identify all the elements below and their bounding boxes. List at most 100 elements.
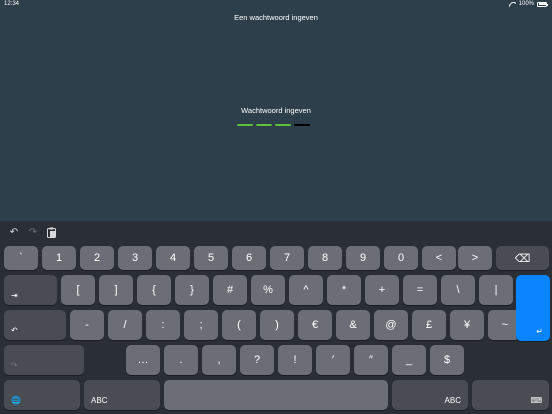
key[interactable]: 9: [346, 246, 380, 270]
key[interactable]: $: [430, 345, 464, 375]
key-label: !: [293, 354, 297, 366]
key-label: ↶: [11, 326, 18, 335]
key[interactable]: 4: [156, 246, 190, 270]
key[interactable]: #: [213, 275, 247, 305]
key[interactable]: ]: [99, 275, 133, 305]
key[interactable]: /: [108, 310, 142, 340]
undo-icon[interactable]: ↶: [8, 226, 20, 238]
battery-icon: [537, 1, 548, 7]
key[interactable]: :: [146, 310, 180, 340]
key[interactable]: 1: [42, 246, 76, 270]
key-label: #: [226, 284, 234, 296]
key-label: 4: [169, 252, 177, 264]
key-label: -: [85, 319, 89, 331]
key[interactable]: \: [441, 275, 475, 305]
key[interactable]: ^: [289, 275, 323, 305]
key[interactable]: |: [479, 275, 513, 305]
key[interactable]: €: [298, 310, 332, 340]
abc-key-right[interactable]: ABC: [392, 380, 468, 410]
key[interactable]: (: [222, 310, 256, 340]
key-label: &: [349, 319, 357, 331]
password-dash: [275, 124, 291, 126]
key-label: *: [341, 284, 347, 296]
key[interactable]: -: [70, 310, 104, 340]
key-label: $: [443, 354, 451, 366]
key[interactable]: @: [374, 310, 408, 340]
key-label: :: [161, 319, 165, 331]
key[interactable]: &: [336, 310, 370, 340]
key[interactable]: …: [126, 345, 160, 375]
key-label: (: [237, 319, 241, 331]
key[interactable]: 7: [270, 246, 304, 270]
key[interactable]: 6: [232, 246, 266, 270]
key-label: 1: [55, 252, 63, 264]
key[interactable]: 8: [308, 246, 342, 270]
key-label: <: [435, 252, 443, 264]
key-label: ABC: [444, 396, 461, 405]
key[interactable]: [: [61, 275, 95, 305]
password-dash: [256, 124, 272, 126]
key-label: {: [152, 284, 156, 296]
hide-keyboard-key[interactable]: ⌨: [472, 380, 549, 410]
key[interactable]: }: [175, 275, 209, 305]
return-key[interactable]: ↵: [516, 275, 550, 341]
tab-key[interactable]: ⇥: [4, 275, 57, 305]
key[interactable]: `: [4, 246, 38, 270]
key[interactable]: !: [278, 345, 312, 375]
globe-key[interactable]: 🌐: [4, 380, 80, 410]
key-label: 0: [397, 252, 405, 264]
key[interactable]: _: [392, 345, 426, 375]
key[interactable]: 0: [384, 246, 418, 270]
status-right: 100%: [509, 1, 548, 7]
key-label: ABC: [91, 396, 108, 405]
key[interactable]: ?: [240, 345, 274, 375]
key-label: €: [311, 319, 319, 331]
space-key[interactable]: [164, 380, 388, 410]
password-dash: [237, 124, 253, 126]
key[interactable]: ″: [354, 345, 388, 375]
key[interactable]: 3: [118, 246, 152, 270]
redo-icon[interactable]: ↷: [27, 226, 39, 238]
key[interactable]: ,: [202, 345, 236, 375]
key-label: 🌐: [11, 396, 21, 405]
key[interactable]: <: [422, 246, 456, 270]
key[interactable]: %: [251, 275, 285, 305]
key-label: ]: [114, 284, 118, 296]
undo-key[interactable]: ↶: [4, 310, 66, 340]
redo-key[interactable]: ↷: [4, 345, 84, 375]
password-dash: [294, 124, 310, 126]
key-label: >: [471, 252, 479, 264]
key[interactable]: ;: [184, 310, 218, 340]
key[interactable]: >: [458, 246, 492, 270]
key[interactable]: ′: [316, 345, 350, 375]
abc-key-left[interactable]: ABC: [84, 380, 160, 410]
key[interactable]: ): [260, 310, 294, 340]
key-label: [: [76, 284, 80, 296]
page-title: Een wachtwoord ingeven: [234, 13, 318, 22]
paste-icon[interactable]: [45, 226, 57, 238]
key[interactable]: +: [365, 275, 399, 305]
key[interactable]: .: [164, 345, 198, 375]
key-label: /: [123, 319, 127, 331]
key[interactable]: £: [412, 310, 446, 340]
key[interactable]: ¥: [450, 310, 484, 340]
key[interactable]: =: [403, 275, 437, 305]
key-label: £: [425, 319, 433, 331]
key-label: ¥: [463, 319, 471, 331]
key[interactable]: *: [327, 275, 361, 305]
key[interactable]: {: [137, 275, 171, 305]
key[interactable]: 2: [80, 246, 114, 270]
key-label: ↵: [536, 327, 543, 336]
key-label: |: [494, 284, 498, 296]
password-progress[interactable]: [237, 124, 310, 126]
key-label: ,: [217, 354, 221, 366]
key-label: ↷: [11, 361, 18, 370]
key-label: ~: [501, 319, 509, 331]
key-label: 6: [245, 252, 253, 264]
on-screen-keyboard: ↶ ↷ ` 1 2 3 4 5 6 7 8 9 0 < > ⌫ ⇥ [] {} #% ^ * + = \ | ↵ ↶ - /:; () €…: [0, 221, 552, 414]
key-label: ): [275, 319, 279, 331]
key-label: ⌨: [530, 396, 542, 405]
key[interactable]: 5: [194, 246, 228, 270]
delete-key[interactable]: ⌫: [496, 246, 549, 270]
key-label: 5: [207, 252, 215, 264]
